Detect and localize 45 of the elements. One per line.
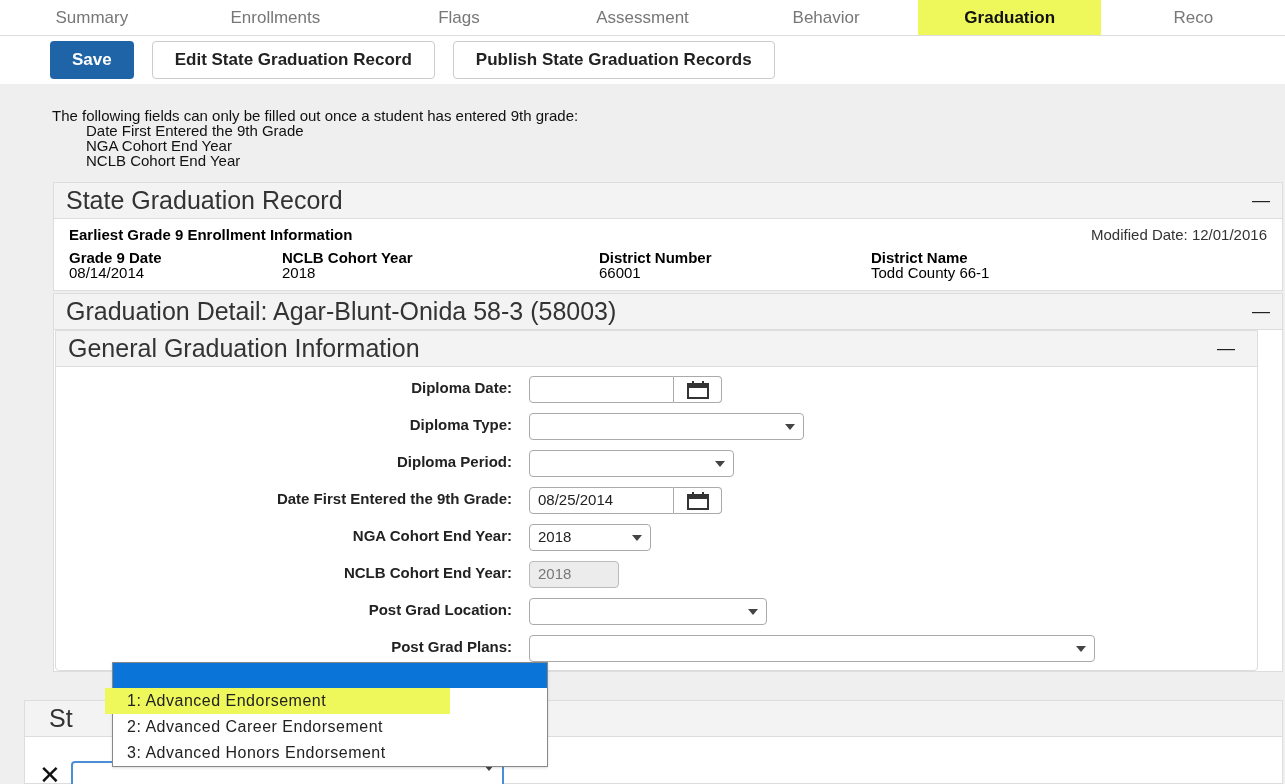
notice-item: NGA Cohort End Year (85, 138, 233, 153)
tab[interactable]: Behavior (734, 0, 918, 35)
field-value: 08/14/2014 (69, 265, 146, 280)
tab[interactable]: Summary (0, 0, 184, 35)
collapse-button[interactable]: — (1252, 187, 1270, 214)
field-label: Diploma Type: (408, 415, 512, 435)
field-value: Todd County 66-1 (871, 265, 991, 280)
field-label: NGA Cohort End Year: (351, 526, 512, 546)
field-label: NCLB Cohort Year (282, 250, 414, 265)
collapse-button[interactable]: — (1252, 298, 1270, 325)
field-label: Diploma Date: (410, 378, 512, 398)
notice-item: NCLB Cohort End Year (85, 153, 242, 168)
dropdown-option[interactable]: 2: Advanced Career Endorsement (113, 714, 398, 740)
dropdown-option[interactable]: 1: Advanced Endorsement (105, 688, 450, 714)
date-field[interactable]: 08/25/2014 (529, 487, 674, 514)
field-label: NCLB Cohort End Year: (342, 563, 512, 583)
dropdown-option[interactable]: 3: Advanced Honors Endorsement (113, 740, 400, 766)
remove-button[interactable]: ✕ (39, 761, 61, 784)
action-button[interactable]: Edit State Graduation Record (151, 41, 435, 79)
tab[interactable]: Flags (367, 0, 551, 35)
field-label: Diploma Period: (396, 452, 512, 472)
action-button[interactable]: Publish State Graduation Records (452, 41, 775, 79)
tab[interactable]: Graduation (917, 0, 1102, 35)
save-button[interactable]: Save (50, 41, 134, 79)
field-label: District Name (871, 250, 969, 265)
field-label: Post Grad Location: (367, 600, 512, 620)
collapse-button[interactable]: — (1217, 335, 1235, 362)
modified-date: Modified Date: 12/01/2016 (1091, 227, 1267, 242)
section-subtitle: Earliest Grade 9 Enrollment Information (69, 227, 353, 242)
field-value: 66001 (599, 265, 642, 280)
field-value: 2018 (282, 265, 317, 280)
field-label: District Number (599, 250, 713, 265)
panel-title: Graduation Detail: Agar-Blunt-Onida 58-3 (58003) (66, 295, 617, 327)
field-label: Post Grad Plans: (390, 637, 512, 657)
field-label: Date First Entered the 9th Grade: (275, 489, 512, 509)
tab[interactable]: Reco (1101, 0, 1285, 35)
field-label: Grade 9 Date (69, 250, 163, 265)
tab[interactable]: Assessment (550, 0, 735, 35)
notice-item: Date First Entered the 9th Grade (86, 123, 305, 138)
select-field[interactable]: 2018 (529, 524, 651, 551)
panel-title: St (49, 702, 73, 734)
tab[interactable]: Enrollments (183, 0, 368, 35)
readonly-field: 2018 (529, 561, 619, 588)
panel-title: General Graduation Information (68, 332, 420, 364)
panel-title: State Graduation Record (66, 184, 343, 216)
